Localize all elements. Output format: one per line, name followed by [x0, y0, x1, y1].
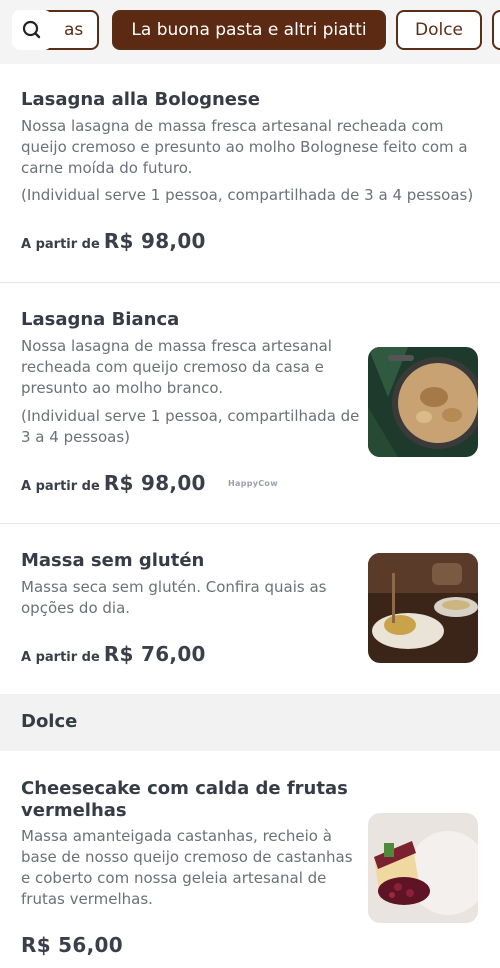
price-prefix: A partir de — [21, 650, 100, 665]
description-line: e coberto com nossa geleia artesanal de — [21, 869, 327, 887]
pasta-photo — [368, 553, 478, 663]
note-line: 3 a 4 pessoas) — [21, 428, 130, 446]
item-note: (Individual serve 1 pessoa, compartilhad… — [21, 406, 359, 448]
description-line: base de nosso queijo cremoso de castanha… — [21, 848, 353, 866]
price-row: R$ 56,00 — [21, 933, 123, 957]
item-image[interactable] — [368, 347, 478, 457]
description-line: Massa amanteigada castanhas, recheio à — [21, 827, 332, 845]
description-line: opções do dia. — [21, 599, 131, 617]
section-header: Dolce — [0, 694, 500, 751]
note-line: (Individual serve 1 pessoa, compartilhad… — [21, 407, 360, 425]
description-line: queijo cremoso e presunto ao molho Bolog… — [21, 138, 468, 156]
lasagna-photo — [368, 347, 478, 457]
description-line: presunto ao molho branco. — [21, 379, 224, 397]
price-prefix: A partir de — [21, 237, 100, 252]
price-prefix: A partir de — [21, 479, 100, 494]
search-icon — [22, 20, 41, 39]
search-button[interactable] — [12, 10, 52, 50]
item-image[interactable] — [368, 553, 478, 663]
title-line: vermelhas — [21, 800, 127, 821]
description-line: Nossa lasagna de massa fresca artesanal … — [21, 117, 444, 135]
price-row: A partir de R$ 76,00 — [21, 642, 206, 666]
price-row: A partir de R$ 98,00 — [21, 229, 206, 253]
item-title: Lasagna Bianca — [21, 309, 180, 330]
title-line: Cheesecake com calda de frutas — [21, 778, 348, 799]
item-image[interactable] — [368, 813, 478, 923]
item-price: R$ 76,00 — [103, 642, 206, 666]
watermark: HappyCow — [228, 479, 278, 488]
item-description: Massa amanteigada castanhas, recheio à b… — [21, 826, 353, 910]
item-description: Massa seca sem glutén. Confira quais as … — [21, 577, 326, 619]
description-line: Massa seca sem glutén. Confira quais as — [21, 578, 327, 596]
item-title: Cheesecake com calda de frutas vermelhas — [21, 778, 348, 822]
description-line: frutas vermelhas. — [21, 890, 153, 908]
cheesecake-photo — [368, 813, 478, 923]
item-price: R$ 98,00 — [103, 471, 206, 495]
description-line: carne moída do futuro. — [21, 159, 193, 177]
item-price: R$ 56,00 — [21, 933, 123, 957]
menu-item[interactable]: Lasagna alla Bolognese Nossa lasagna de … — [0, 0, 500, 282]
item-title: Massa sem glutén — [21, 550, 205, 571]
item-price: R$ 98,00 — [103, 229, 206, 253]
item-description: Nossa lasagna de massa fresca artesanal … — [21, 116, 468, 179]
description-line: Nossa lasagna de massa fresca artesanal — [21, 337, 332, 355]
price-row: A partir de R$ 98,00 — [21, 471, 206, 495]
section-title: Dolce — [21, 711, 78, 732]
item-title: Lasagna alla Bolognese — [21, 89, 260, 110]
description-line: recheada com queijo cremoso da casa e — [21, 358, 324, 376]
item-note: (Individual serve 1 pessoa, compartilhad… — [21, 186, 474, 204]
item-description: Nossa lasagna de massa fresca artesanal … — [21, 336, 332, 399]
